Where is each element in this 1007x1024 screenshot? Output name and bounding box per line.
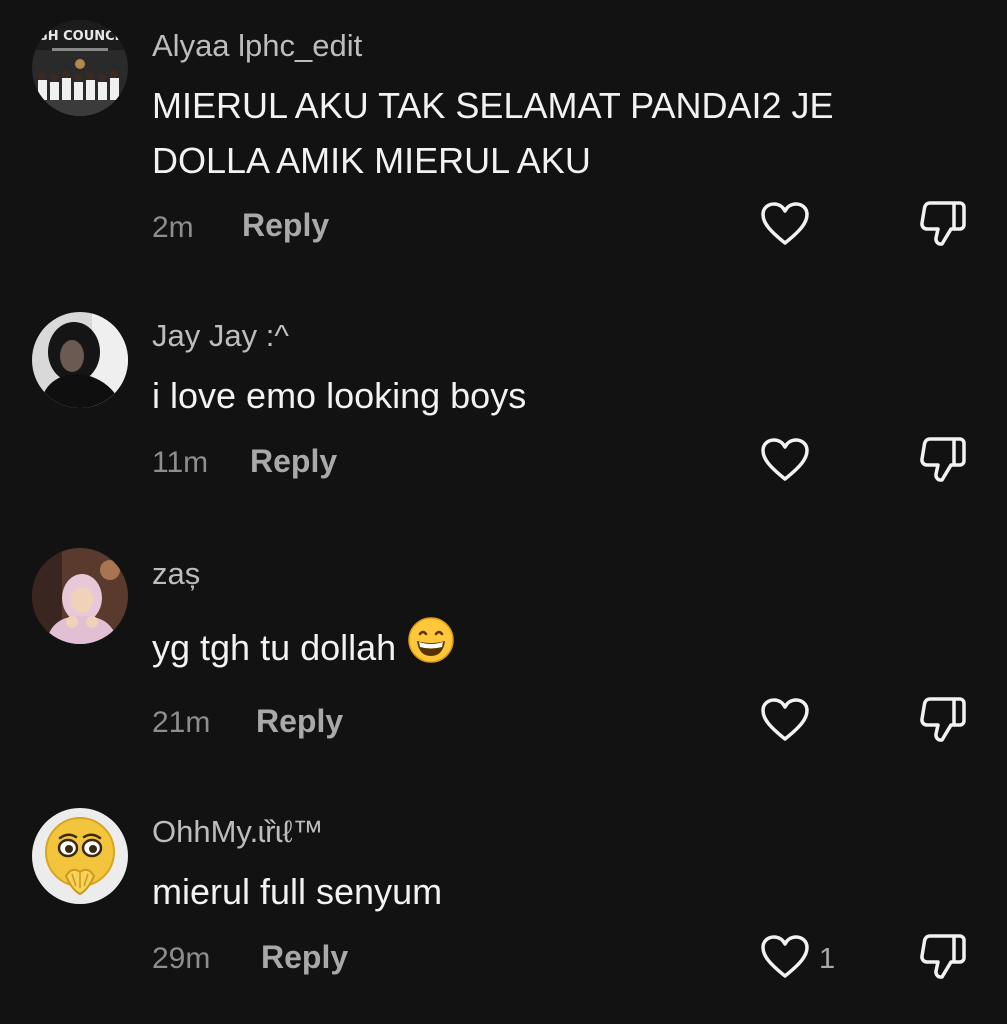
like-count: 1 <box>819 943 836 975</box>
thumbs-down-icon[interactable] <box>918 932 968 982</box>
comment-timestamp: 29m <box>152 942 211 975</box>
reply-button[interactable]: Reply <box>261 939 348 976</box>
heart-outline-icon[interactable] <box>760 934 810 980</box>
username[interactable]: OhhMy.ɩȑɩℓ™ <box>152 814 323 850</box>
comment-item: OhhMy.ɩȑɩℓ™ mierul full senyum 29m Reply… <box>0 0 1007 1024</box>
comment-text: mierul full senyum <box>152 871 443 912</box>
avatar[interactable] <box>32 808 128 904</box>
